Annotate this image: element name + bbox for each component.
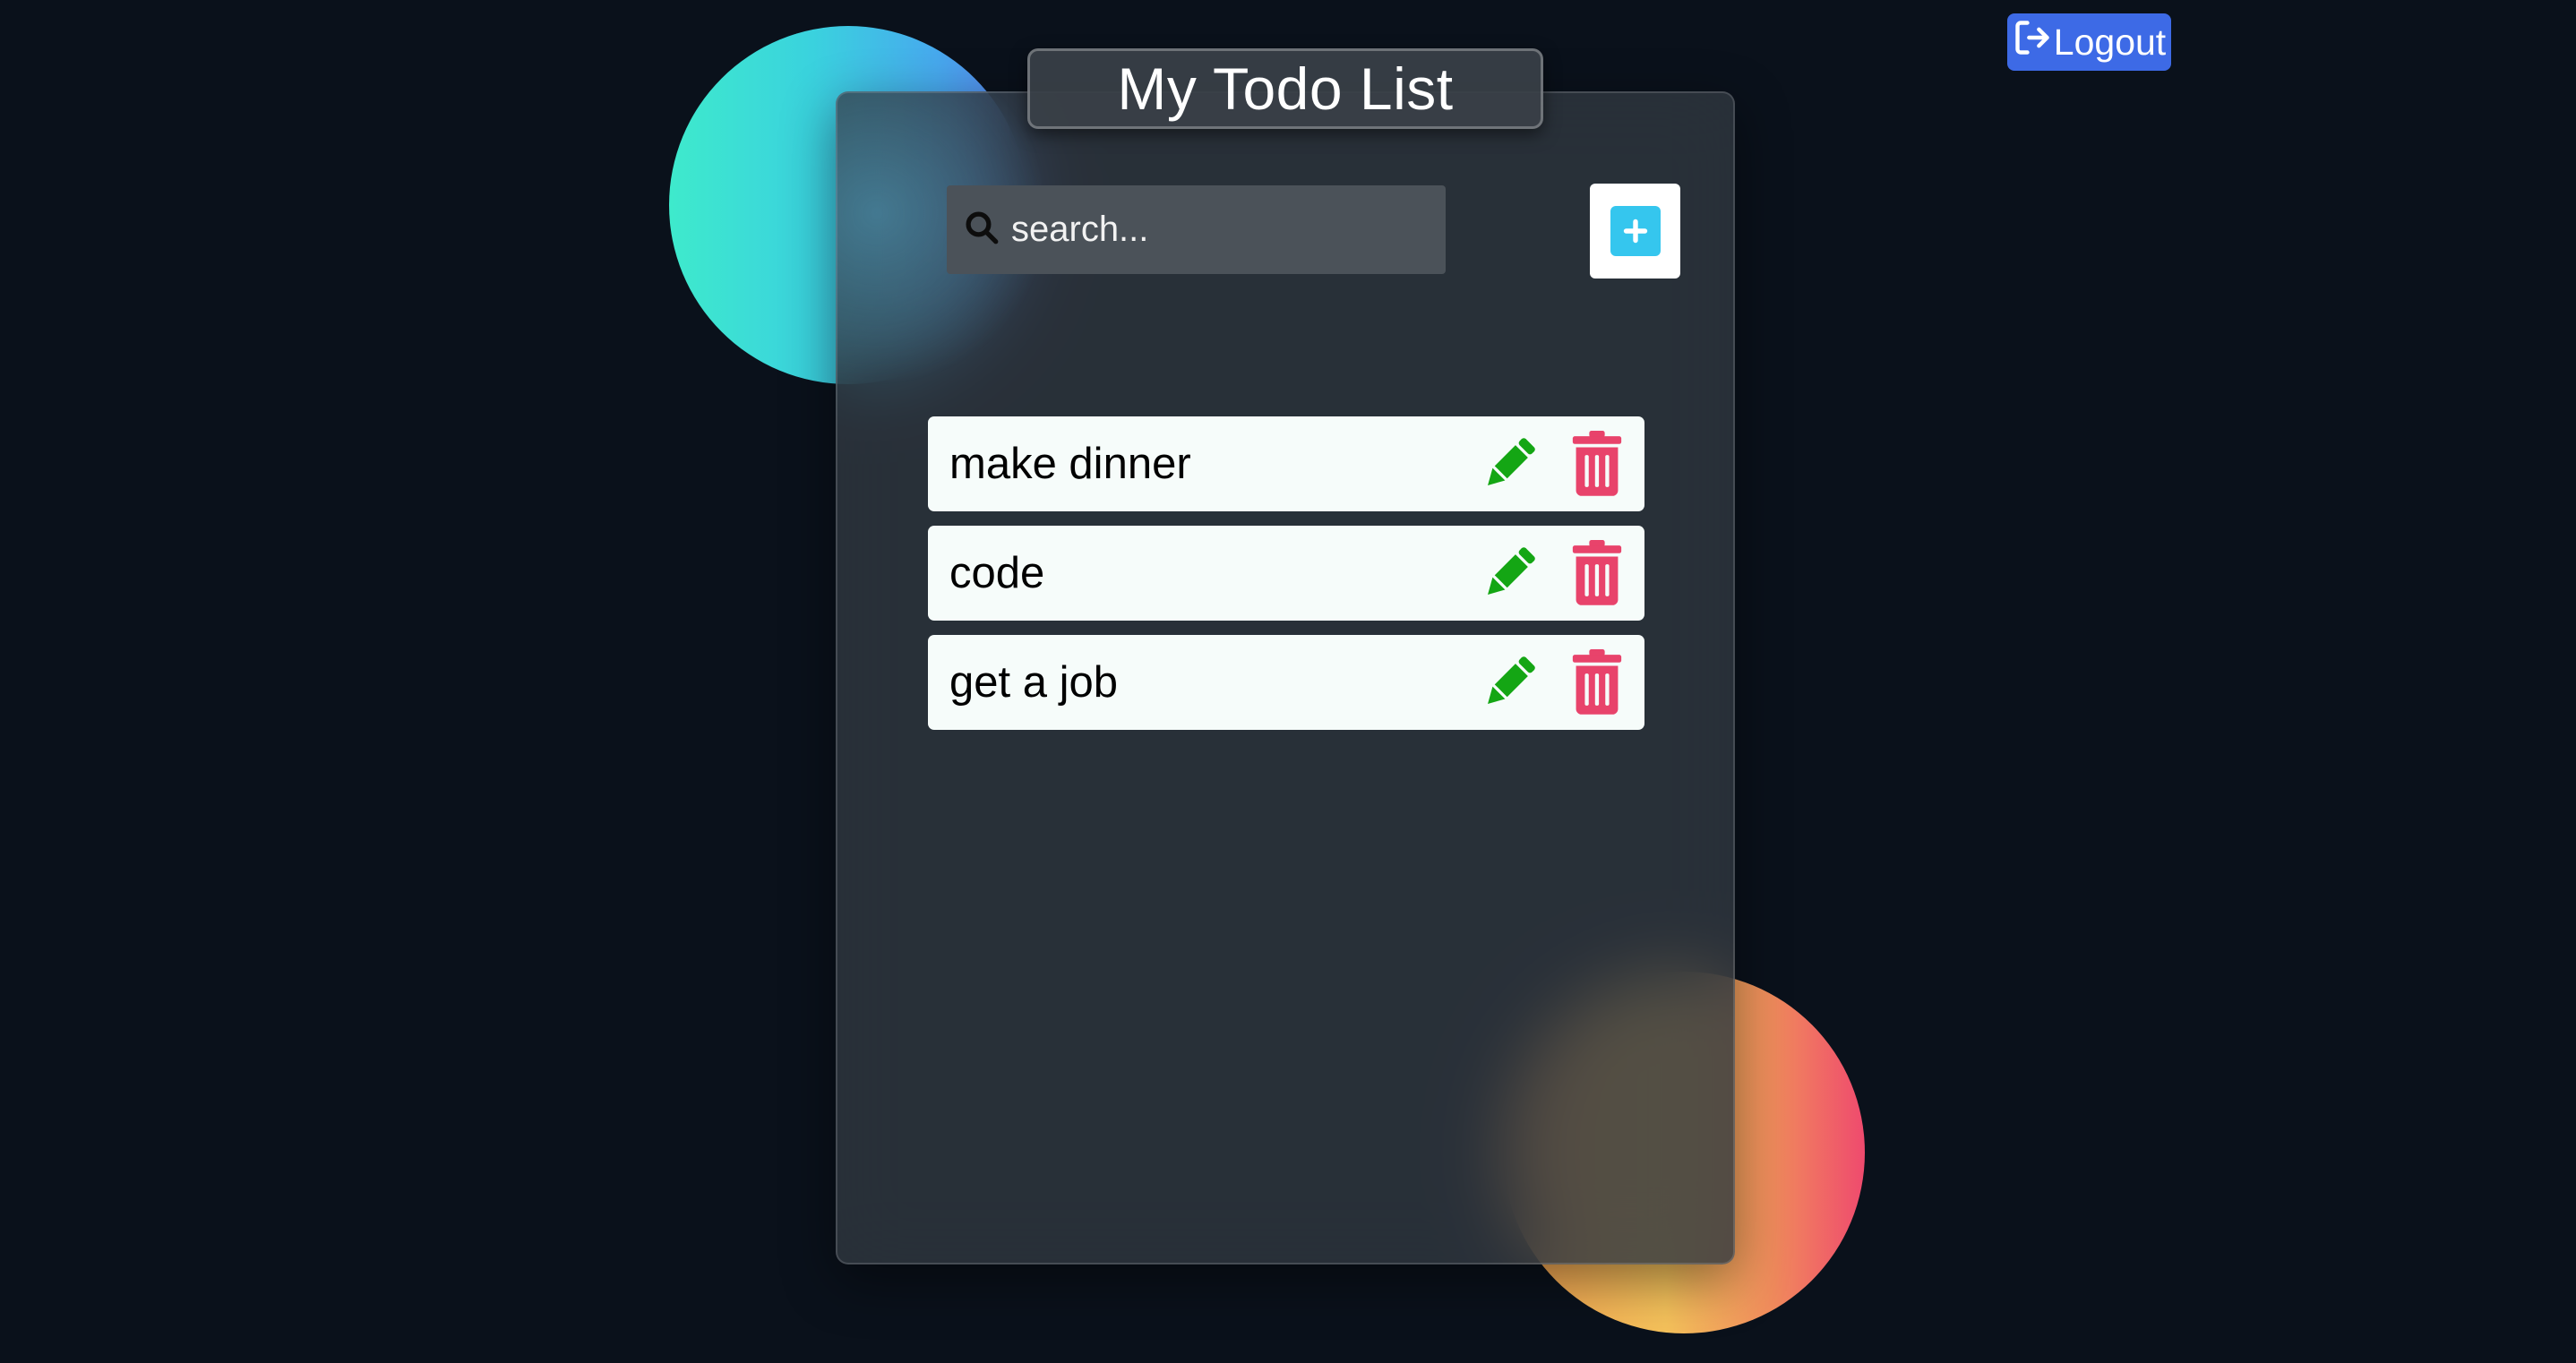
search-icon [963,209,1000,251]
page-title: My Todo List [1117,56,1454,122]
trash-icon[interactable] [1570,431,1624,497]
title-box: My Todo List [1027,48,1543,129]
list-item: make dinner [928,416,1644,511]
search-box [947,185,1446,274]
list-item: code [928,526,1644,621]
list-item: get a job [928,635,1644,730]
logout-button[interactable]: Logout [2007,13,2171,71]
add-todo-button[interactable] [1590,184,1680,279]
pencil-icon[interactable] [1476,433,1542,495]
pencil-icon[interactable] [1476,542,1542,604]
pencil-icon[interactable] [1476,651,1542,714]
search-input[interactable] [1009,209,1425,251]
trash-icon[interactable] [1570,649,1624,716]
app-background: My Todo List Logout search... make dinne… [0,0,2576,1363]
todo-list: make dinner code get a job [928,416,1644,744]
trash-icon[interactable] [1570,540,1624,606]
logout-icon [2013,18,2052,66]
logout-label: Logout [2053,21,2167,63]
plus-icon [1610,206,1661,256]
